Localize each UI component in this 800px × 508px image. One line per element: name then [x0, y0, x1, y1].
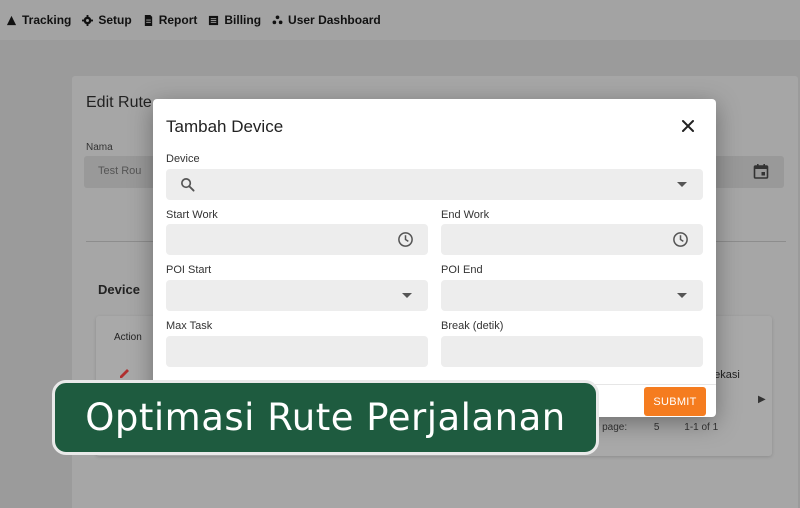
close-icon[interactable] [679, 117, 697, 135]
break-input[interactable] [441, 336, 703, 367]
pagination-range: 1-1 of 1 [684, 422, 719, 433]
title-banner: Optimasi Rute Perjalanan [52, 380, 599, 455]
nav-billing[interactable]: Billing [208, 13, 261, 27]
chevron-down-icon [677, 293, 687, 298]
start-work-input[interactable] [166, 224, 428, 255]
poi-start-select[interactable] [166, 280, 428, 311]
start-work-label: Start Work [166, 209, 218, 221]
calendar-icon[interactable] [753, 163, 769, 179]
break-label: Break (detik) [441, 320, 504, 332]
max-task-label: Max Task [166, 320, 213, 332]
rows-per-page-select[interactable]: 5 [654, 422, 660, 433]
search-icon [181, 178, 195, 192]
nama-label: Nama [86, 142, 113, 153]
device-label: Device [166, 153, 200, 165]
scroll-right-icon[interactable]: ▶ [758, 394, 766, 405]
document-icon [144, 14, 152, 26]
page-title: Edit Rute [86, 94, 152, 111]
nav-report[interactable]: Report [143, 13, 198, 27]
max-task-input[interactable] [166, 336, 428, 367]
triangle-icon [6, 15, 17, 25]
end-work-label: End Work [441, 209, 490, 221]
table-pagination: r page: 5 1-1 of 1 [596, 422, 724, 433]
nav-tracking[interactable]: Tracking [6, 13, 71, 27]
action-header: Action [114, 332, 142, 343]
device-section-title: Device [98, 282, 140, 297]
poi-end-select[interactable] [441, 280, 703, 311]
end-work-input[interactable] [441, 224, 703, 255]
dialog-title: Tambah Device [166, 117, 284, 136]
billing-icon [209, 15, 219, 25]
nav-setup[interactable]: Setup [82, 13, 132, 27]
nav-user-dashboard[interactable]: User Dashboard [272, 13, 381, 27]
nama-value: Test Rou [98, 165, 142, 177]
rows-per-page-label: r page: [596, 422, 628, 433]
users-icon [272, 14, 283, 24]
clock-icon[interactable] [672, 231, 689, 248]
nav-billing-label: Billing [224, 13, 262, 27]
chevron-down-icon [677, 182, 687, 187]
nav-setup-label: Setup [98, 13, 132, 27]
top-nav: Tracking Setup Report Billing User Dashb… [0, 0, 800, 40]
nav-user-dashboard-label: User Dashboard [288, 13, 381, 27]
submit-button[interactable]: SUBMIT [644, 387, 706, 416]
add-device-dialog: Tambah Device Device Start Work End Work… [153, 99, 716, 417]
nav-tracking-label: Tracking [22, 13, 72, 27]
device-select[interactable] [166, 169, 703, 200]
nav-report-label: Report [158, 13, 198, 27]
poi-end-label: POI End [441, 264, 483, 276]
edit-icon[interactable] [118, 366, 132, 380]
banner-text: Optimasi Rute Perjalanan [85, 396, 566, 439]
clock-icon[interactable] [397, 231, 414, 248]
gear-icon [82, 14, 94, 26]
chevron-down-icon [402, 293, 412, 298]
poi-start-label: POI Start [166, 264, 212, 276]
